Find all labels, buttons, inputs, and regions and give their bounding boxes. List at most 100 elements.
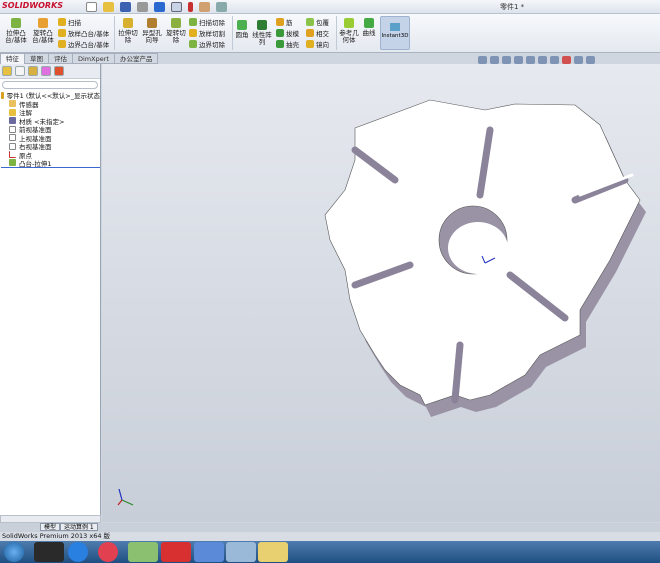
panel-horizontal-scrollbar[interactable] xyxy=(0,515,101,523)
instant3d-button[interactable]: Instant3D xyxy=(380,16,410,50)
boundary-cut-icon xyxy=(189,40,197,48)
revolve-icon xyxy=(38,18,48,28)
save-icon[interactable] xyxy=(120,2,131,12)
intersect-icon xyxy=(306,29,314,37)
origin-icon xyxy=(9,151,16,159)
extrude-feature-icon xyxy=(9,159,16,167)
tab-features[interactable]: 特征 xyxy=(0,53,25,64)
graphics-viewport[interactable] xyxy=(102,64,660,522)
rebuild-icon[interactable] xyxy=(188,2,193,12)
tab-model[interactable]: 模型 xyxy=(40,523,61,531)
file-properties-icon[interactable] xyxy=(199,2,210,12)
windows-taskbar xyxy=(0,541,660,563)
loft-icon xyxy=(58,29,66,37)
instant3d-icon xyxy=(390,23,400,31)
divider xyxy=(232,16,233,50)
boundary-cut-button[interactable]: 边界切除 xyxy=(189,39,225,49)
linear-pattern-icon xyxy=(257,20,267,30)
revolved-cut-button[interactable]: 旋转切除 xyxy=(164,18,188,44)
sogou-icon[interactable] xyxy=(68,542,88,562)
tree-item-right-plane[interactable]: 右视基准面 xyxy=(1,142,100,151)
part-icon xyxy=(1,91,4,99)
annotation-icon xyxy=(9,108,16,116)
reference-geometry-button[interactable]: 参考几何体 xyxy=(338,18,360,44)
dimxpert-manager-icon[interactable] xyxy=(41,66,51,76)
linear-pattern-button[interactable]: 线性阵列 xyxy=(251,20,273,46)
browser-icon[interactable] xyxy=(128,542,158,562)
property-manager-icon[interactable] xyxy=(15,66,25,76)
revolved-cut-icon xyxy=(171,18,181,28)
swept-cut-button[interactable]: 扫描切除 xyxy=(189,17,225,27)
extrude-boss-button[interactable]: 拉伸凸台/基体 xyxy=(3,18,29,44)
feature-tree-icon[interactable] xyxy=(2,66,12,76)
configuration-manager-icon[interactable] xyxy=(28,66,38,76)
zoom-to-fit-icon[interactable] xyxy=(478,56,487,64)
revolve-boss-button[interactable]: 旋转凸台/基体 xyxy=(30,18,56,44)
sweep-icon xyxy=(58,18,66,26)
section-view-icon[interactable] xyxy=(514,56,523,64)
wrap-button[interactable]: 包覆 xyxy=(306,17,329,27)
mirror-button[interactable]: 镜向 xyxy=(306,39,329,49)
print-icon[interactable] xyxy=(137,2,148,12)
solidworks-taskbar-icon[interactable] xyxy=(161,542,191,562)
scene-icon[interactable] xyxy=(574,56,583,64)
tab-sketch[interactable]: 草图 xyxy=(24,53,49,64)
heads-up-view-toolbar xyxy=(478,56,595,64)
solidworks-logo: SOLIDWORKS xyxy=(2,1,64,10)
part-model xyxy=(117,99,646,506)
zoom-area-icon[interactable] xyxy=(490,56,499,64)
shell-icon xyxy=(276,40,284,48)
word-icon[interactable] xyxy=(194,542,224,562)
extrude-icon xyxy=(11,18,21,28)
mirror-icon xyxy=(306,40,314,48)
divider xyxy=(336,16,337,50)
fillet-button[interactable]: 圆角 xyxy=(234,20,250,39)
command-tabs: 特征 草图 评估 DimXpert 办公室产品 xyxy=(0,53,159,64)
media-player-icon[interactable] xyxy=(98,542,118,562)
select-icon[interactable] xyxy=(171,2,182,12)
options-icon[interactable] xyxy=(216,2,227,12)
tree-item-sensors[interactable]: 传感器 xyxy=(1,100,100,109)
loft-button[interactable]: 放样凸台/基体 xyxy=(58,28,109,38)
tab-motion-study[interactable]: 运动算例 1 xyxy=(60,523,98,531)
curves-button[interactable]: 曲线 xyxy=(361,18,377,37)
open-icon[interactable] xyxy=(103,2,114,12)
hide-show-icon[interactable] xyxy=(550,56,559,64)
tree-filter-input[interactable] xyxy=(2,81,98,89)
display-style-icon[interactable] xyxy=(538,56,547,64)
fillet-icon xyxy=(237,20,247,30)
hole-icon xyxy=(147,18,157,28)
new-icon[interactable] xyxy=(86,2,97,12)
sweep-button[interactable]: 扫描 xyxy=(58,17,81,27)
tab-office-products[interactable]: 办公室产品 xyxy=(113,53,159,64)
reference-geometry-icon xyxy=(344,18,354,28)
appearance-icon[interactable] xyxy=(562,56,571,64)
document-title: 零件1 * xyxy=(500,3,525,11)
paint-icon[interactable] xyxy=(226,542,256,562)
lofted-cut-button[interactable]: 放样切割 xyxy=(189,28,225,38)
file-explorer-icon[interactable] xyxy=(258,542,288,562)
draft-button[interactable]: 拔模 xyxy=(276,28,299,38)
start-button[interactable] xyxy=(4,542,24,562)
sensor-icon xyxy=(9,100,16,108)
shell-button[interactable]: 抽壳 xyxy=(276,39,299,49)
cut-icon xyxy=(123,18,133,28)
rib-button[interactable]: 筋 xyxy=(276,17,293,27)
taskbar-app-icon[interactable] xyxy=(34,542,64,562)
tab-evaluate[interactable]: 评估 xyxy=(48,53,73,64)
extruded-cut-button[interactable]: 拉伸切除 xyxy=(116,18,140,44)
tree-item-part[interactable]: 零件1 (默认<<默认>_显示状态 xyxy=(1,91,100,100)
swept-cut-icon xyxy=(189,18,197,26)
boundary-boss-button[interactable]: 边界凸台/基体 xyxy=(58,39,109,49)
view-orientation-icon[interactable] xyxy=(526,56,535,64)
intersect-button[interactable]: 相交 xyxy=(306,28,329,38)
display-manager-icon[interactable] xyxy=(54,66,64,76)
hole-wizard-button[interactable]: 异型孔向导 xyxy=(140,18,164,44)
undo-icon[interactable] xyxy=(154,2,165,12)
panel-toolbar xyxy=(0,64,100,79)
tree-item-boss-extrude[interactable]: 凸台-拉伸1 xyxy=(1,159,100,168)
view-settings-icon[interactable] xyxy=(586,56,595,64)
previous-view-icon[interactable] xyxy=(502,56,511,64)
tab-dimxpert[interactable]: DimXpert xyxy=(72,53,115,64)
material-icon xyxy=(9,117,16,125)
